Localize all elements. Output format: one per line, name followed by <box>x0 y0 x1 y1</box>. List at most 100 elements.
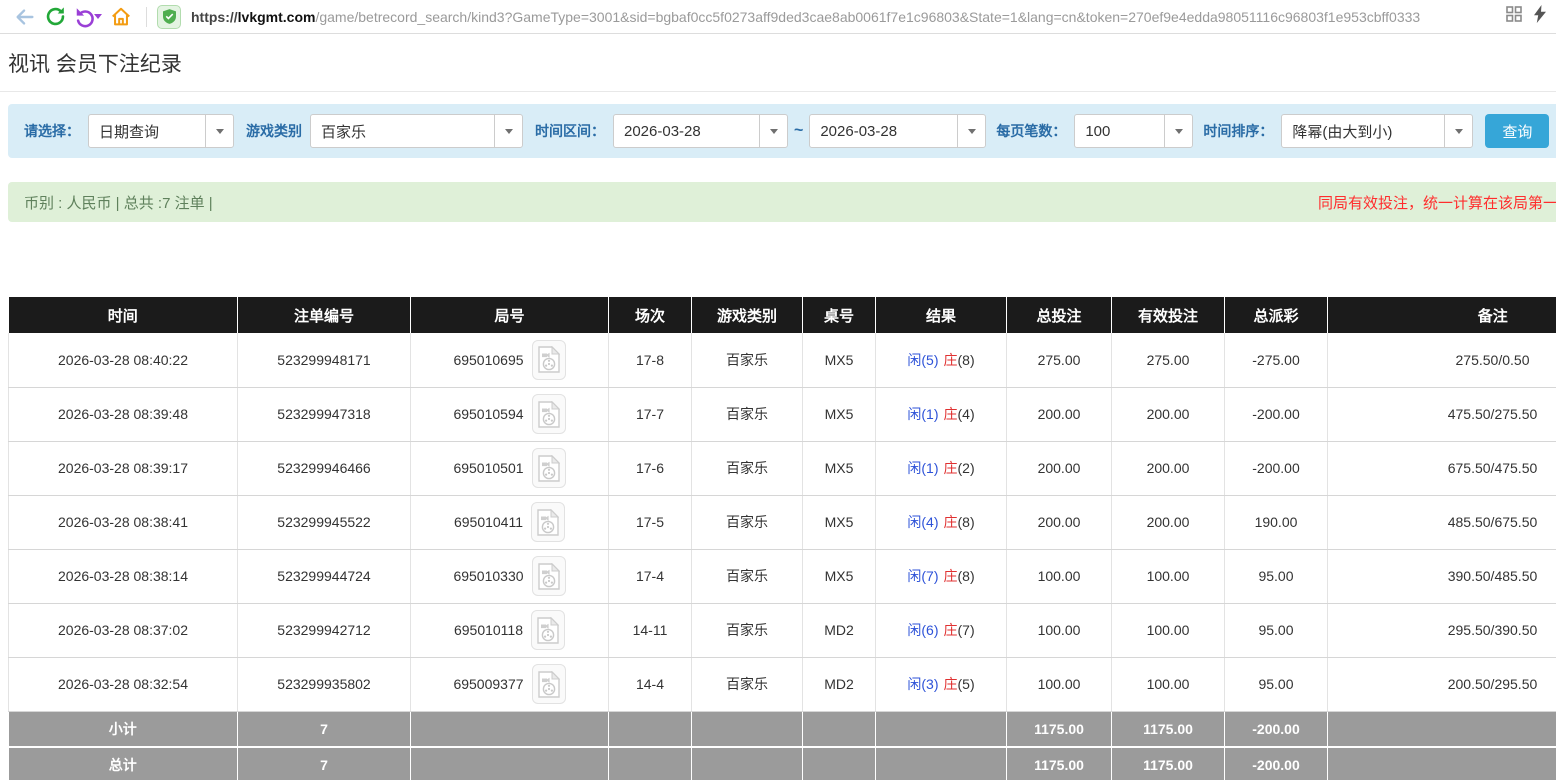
page-size-select[interactable]: 100 <box>1074 114 1193 148</box>
date-from-value: 2026-03-28 <box>614 115 759 147</box>
date-to-input[interactable]: 2026-03-28 <box>809 114 986 148</box>
result-banker: 庄 <box>944 568 958 584</box>
cell-session: 17-4 <box>609 549 692 603</box>
cell-payout: -200.00 <box>1225 441 1328 495</box>
cell-time: 2026-03-28 08:39:17 <box>9 441 238 495</box>
cell-round: 695010118 <box>411 603 609 657</box>
cell-payout: -200.00 <box>1225 387 1328 441</box>
video-replay-icon[interactable] <box>532 556 566 596</box>
result-player: 闲(4) <box>907 514 938 530</box>
subtotal-row: 小计 7 1175.00 1175.00 -200.00 <box>9 711 1556 747</box>
header-remark: 备注 <box>1328 297 1556 333</box>
refresh-icon[interactable] <box>40 2 70 32</box>
table-row: 2026-03-28 08:38:14 523299944724 6950103… <box>9 549 1556 603</box>
cell-time: 2026-03-28 08:38:14 <box>9 549 238 603</box>
cell-game-type: 百家乐 <box>692 387 803 441</box>
cell-table-no: MX5 <box>803 549 876 603</box>
video-replay-icon[interactable] <box>532 664 566 704</box>
bet-records-table: 时间 注单编号 局号 场次 游戏类别 桌号 结果 总投注 有效投注 总派彩 备注… <box>8 297 1556 780</box>
cell-round: 695010695 <box>411 333 609 387</box>
secure-shield-icon[interactable] <box>157 5 181 29</box>
table-row: 2026-03-28 08:39:17 523299946466 6950105… <box>9 441 1556 495</box>
chevron-down-icon[interactable] <box>494 115 522 147</box>
round-number: 695010118 <box>454 622 523 638</box>
result-banker-number: (7) <box>958 622 975 638</box>
cell-time: 2026-03-28 08:38:41 <box>9 495 238 549</box>
cell-result: 闲(7)庄(8) <box>876 549 1007 603</box>
round-number: 695009377 <box>453 676 523 692</box>
header-game-type: 游戏类别 <box>692 297 803 333</box>
date-from-input[interactable]: 2026-03-28 <box>613 114 788 148</box>
back-icon[interactable] <box>10 2 40 32</box>
table-header-row: 时间 注单编号 局号 场次 游戏类别 桌号 结果 总投注 有效投注 总派彩 备注 <box>9 297 1556 333</box>
cell-total-bet: 200.00 <box>1007 495 1112 549</box>
time-sort-select[interactable]: 降幂(由大到小) <box>1281 114 1473 148</box>
result-banker-number: (8) <box>958 514 975 530</box>
cell-result: 闲(1)庄(4) <box>876 387 1007 441</box>
cell-session: 17-8 <box>609 333 692 387</box>
video-replay-icon[interactable] <box>532 340 566 380</box>
url-domain: lvkgmt.com <box>238 9 316 25</box>
header-session: 场次 <box>609 297 692 333</box>
cell-remark: 485.50/675.50 <box>1328 495 1556 549</box>
cell-session: 14-11 <box>609 603 692 657</box>
video-replay-icon[interactable] <box>532 448 566 488</box>
chevron-down-icon[interactable] <box>759 115 787 147</box>
home-icon[interactable] <box>106 2 136 32</box>
result-banker-number: (8) <box>958 352 975 368</box>
toolbar-divider <box>146 7 147 27</box>
cell-valid-bet: 100.00 <box>1112 657 1225 711</box>
url-scheme: https:// <box>191 9 238 25</box>
time-sort-label: 时间排序： <box>1203 121 1273 141</box>
address-bar[interactable]: https://lvkgmt.com/game/betrecord_search… <box>191 9 1498 25</box>
cell-remark: 675.50/475.50 <box>1328 441 1556 495</box>
header-time: 时间 <box>9 297 238 333</box>
round-number: 695010501 <box>453 460 523 476</box>
cell-bet-id: 523299947318 <box>238 387 411 441</box>
header-round: 局号 <box>411 297 609 333</box>
search-button[interactable]: 查询 <box>1485 114 1549 148</box>
cell-table-no: MD2 <box>803 603 876 657</box>
select-type-label: 请选择： <box>24 121 80 141</box>
chevron-down-icon[interactable] <box>205 115 233 147</box>
result-player: 闲(5) <box>907 352 938 368</box>
cell-result: 闲(1)庄(2) <box>876 441 1007 495</box>
result-banker-number: (4) <box>958 406 975 422</box>
subtotal-total-bet: 1175.00 <box>1007 711 1112 747</box>
cell-bet-id: 523299948171 <box>238 333 411 387</box>
result-banker: 庄 <box>944 406 958 422</box>
cell-game-type: 百家乐 <box>692 495 803 549</box>
cell-game-type: 百家乐 <box>692 333 803 387</box>
cell-result: 闲(6)庄(7) <box>876 603 1007 657</box>
cell-remark: 275.50/0.50 <box>1328 333 1556 387</box>
table-row: 2026-03-28 08:32:54 523299935802 6950093… <box>9 657 1556 711</box>
page-title: 视讯 会员下注纪录 <box>0 34 1556 92</box>
undo-dropdown-caret-icon[interactable] <box>94 14 102 19</box>
cell-session: 17-5 <box>609 495 692 549</box>
chevron-down-icon[interactable] <box>1444 115 1472 147</box>
result-player: 闲(7) <box>907 568 938 584</box>
header-total-bet: 总投注 <box>1007 297 1112 333</box>
cell-total-bet: 200.00 <box>1007 441 1112 495</box>
total-total-bet: 1175.00 <box>1007 747 1112 780</box>
cell-game-type: 百家乐 <box>692 441 803 495</box>
qr-code-icon[interactable] <box>1506 6 1522 27</box>
table-row: 2026-03-28 08:38:41 523299945522 6950104… <box>9 495 1556 549</box>
video-replay-icon[interactable] <box>531 610 565 650</box>
query-type-select[interactable]: 日期查询 <box>88 114 234 148</box>
lightning-icon[interactable] <box>1534 5 1546 28</box>
cell-time: 2026-03-28 08:37:02 <box>9 603 238 657</box>
video-replay-icon[interactable] <box>532 394 566 434</box>
chevron-down-icon[interactable] <box>1164 115 1192 147</box>
subtotal-valid-bet: 1175.00 <box>1112 711 1225 747</box>
chevron-down-icon[interactable] <box>957 115 985 147</box>
cell-game-type: 百家乐 <box>692 603 803 657</box>
cell-valid-bet: 100.00 <box>1112 549 1225 603</box>
game-type-select[interactable]: 百家乐 <box>310 114 523 148</box>
subtotal-payout: -200.00 <box>1225 711 1328 747</box>
table-body: 2026-03-28 08:40:22 523299948171 6950106… <box>9 333 1556 711</box>
cell-table-no: MX5 <box>803 333 876 387</box>
cell-game-type: 百家乐 <box>692 657 803 711</box>
cell-remark: 295.50/390.50 <box>1328 603 1556 657</box>
video-replay-icon[interactable] <box>531 502 565 542</box>
